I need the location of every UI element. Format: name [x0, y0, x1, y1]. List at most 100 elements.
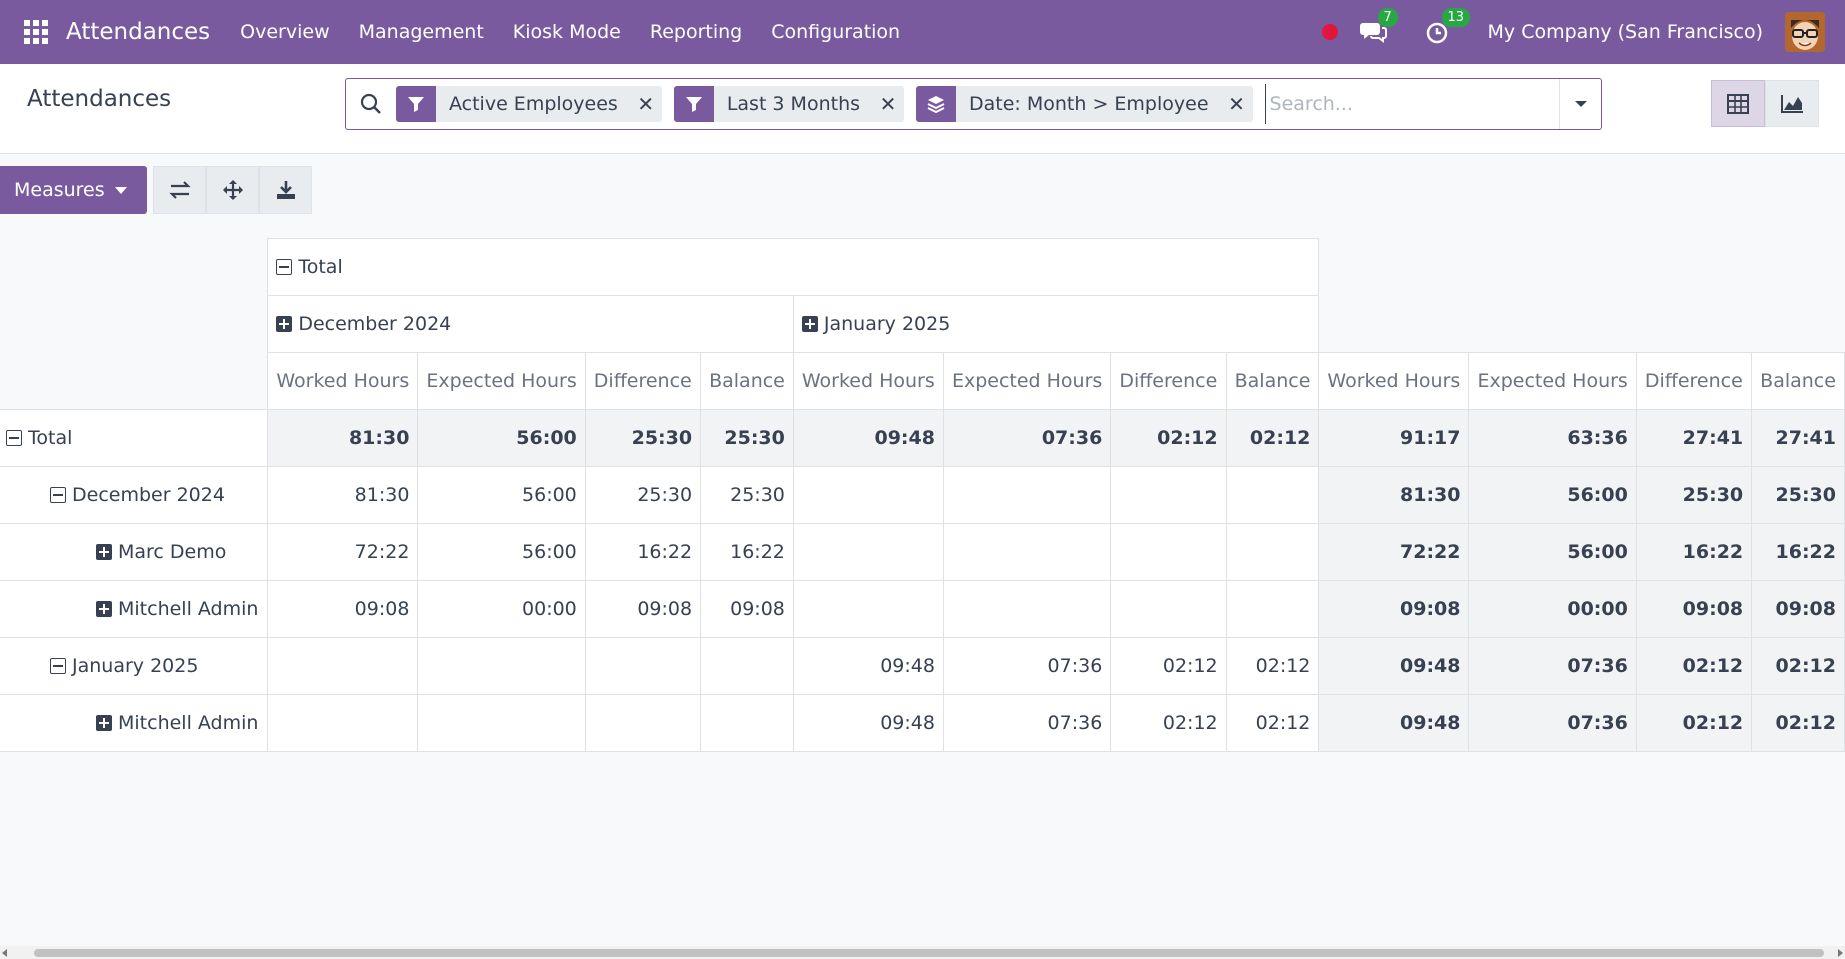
app-title[interactable]: Attendances — [66, 19, 210, 45]
pivot-cell[interactable]: 02:12 — [1635, 637, 1753, 695]
measure-header[interactable]: Difference — [584, 352, 702, 410]
pivot-cell[interactable]: 81:30 — [1318, 466, 1470, 524]
flip-axis-button[interactable] — [153, 166, 206, 214]
pivot-cell[interactable] — [1110, 580, 1227, 638]
pivot-cell[interactable] — [584, 694, 702, 752]
horizontal-scrollbar[interactable] — [0, 946, 1845, 959]
pivot-cell[interactable]: 27:41 — [1751, 409, 1845, 467]
pivot-cell[interactable] — [942, 523, 1112, 581]
pivot-cell[interactable] — [792, 580, 944, 638]
recording-indicator-icon[interactable] — [1321, 24, 1338, 40]
search-icon[interactable] — [346, 93, 396, 115]
pivot-cell[interactable]: 25:30 — [584, 466, 702, 524]
measure-header[interactable]: Difference — [1110, 352, 1227, 410]
user-avatar[interactable] — [1785, 12, 1825, 52]
pivot-cell[interactable]: 25:30 — [700, 466, 794, 524]
download-xlsx-button[interactable] — [259, 166, 312, 214]
app-menu-grid-icon[interactable] — [22, 18, 50, 46]
pivot-cell[interactable]: 02:12 — [1635, 694, 1753, 752]
pivot-cell[interactable] — [1110, 466, 1227, 524]
activities-button[interactable]: 13 — [1424, 8, 1471, 46]
col-header-total[interactable]: Total — [267, 238, 1320, 296]
company-switcher[interactable]: My Company (San Francisco) — [1488, 21, 1763, 43]
row-header[interactable]: Mitchell Admin — [0, 694, 269, 752]
scroll-right-arrow-icon[interactable] — [1838, 949, 1843, 957]
measure-header[interactable]: Expected Hours — [1468, 352, 1637, 410]
pivot-cell[interactable] — [792, 523, 944, 581]
pivot-cell[interactable] — [700, 637, 794, 695]
pivot-cell[interactable]: 16:22 — [1751, 523, 1845, 581]
pivot-cell[interactable]: 07:36 — [942, 637, 1112, 695]
pivot-cell[interactable]: 02:12 — [1110, 637, 1227, 695]
pivot-cell[interactable] — [584, 637, 702, 695]
pivot-cell[interactable]: 09:48 — [1318, 637, 1470, 695]
col-header-january-2025[interactable]: January 2025 — [792, 295, 1320, 353]
facet-remove-button[interactable]: ✕ — [630, 92, 662, 116]
pivot-cell[interactable]: 02:12 — [1110, 409, 1227, 467]
search-options-toggle[interactable] — [1559, 79, 1601, 129]
pivot-cell[interactable]: 09:08 — [700, 580, 794, 638]
pivot-cell[interactable]: 00:00 — [417, 580, 586, 638]
pivot-cell[interactable] — [1225, 580, 1320, 638]
pivot-cell[interactable]: 07:36 — [942, 694, 1112, 752]
expand-all-button[interactable] — [206, 166, 259, 214]
measure-header[interactable]: Expected Hours — [417, 352, 586, 410]
pivot-cell[interactable] — [942, 580, 1112, 638]
pivot-cell[interactable]: 09:48 — [792, 409, 944, 467]
facet-remove-button[interactable]: ✕ — [1221, 92, 1253, 116]
pivot-cell[interactable]: 25:30 — [700, 409, 794, 467]
scrollbar-thumb[interactable] — [34, 949, 1824, 957]
measure-header[interactable]: Difference — [1635, 352, 1753, 410]
row-header[interactable]: Total — [0, 409, 269, 467]
pivot-cell[interactable]: 02:12 — [1225, 694, 1320, 752]
measure-header[interactable]: Worked Hours — [1318, 352, 1470, 410]
pivot-cell[interactable]: 07:36 — [1468, 694, 1637, 752]
pivot-cell[interactable] — [1225, 466, 1320, 524]
pivot-cell[interactable]: 09:08 — [267, 580, 419, 638]
measures-dropdown-button[interactable]: Measures — [0, 166, 147, 214]
measure-header[interactable]: Worked Hours — [792, 352, 944, 410]
pivot-cell[interactable]: 02:12 — [1225, 409, 1320, 467]
pivot-cell[interactable]: 25:30 — [1751, 466, 1845, 524]
pivot-cell[interactable]: 56:00 — [417, 466, 586, 524]
pivot-cell[interactable]: 02:12 — [1751, 694, 1845, 752]
pivot-cell[interactable]: 02:12 — [1225, 637, 1320, 695]
menu-configuration[interactable]: Configuration — [771, 21, 900, 43]
measure-header[interactable]: Balance — [1751, 352, 1845, 410]
pivot-cell[interactable]: 25:30 — [584, 409, 702, 467]
row-header[interactable]: Mitchell Admin — [0, 580, 269, 638]
row-header[interactable]: December 2024 — [0, 466, 269, 524]
pivot-cell[interactable]: 56:00 — [417, 523, 586, 581]
col-header-december-2024[interactable]: December 2024 — [267, 295, 794, 353]
pivot-cell[interactable]: 09:08 — [1635, 580, 1753, 638]
pivot-cell[interactable]: 09:48 — [792, 694, 944, 752]
pivot-cell[interactable]: 16:22 — [700, 523, 794, 581]
pivot-cell[interactable]: 72:22 — [267, 523, 419, 581]
pivot-cell[interactable]: 91:17 — [1318, 409, 1470, 467]
pivot-cell[interactable]: 02:12 — [1110, 694, 1227, 752]
pivot-cell[interactable]: 63:36 — [1468, 409, 1637, 467]
pivot-cell[interactable]: 09:08 — [1318, 580, 1470, 638]
pivot-cell[interactable]: 72:22 — [1318, 523, 1470, 581]
pivot-cell[interactable]: 16:22 — [584, 523, 702, 581]
pivot-cell[interactable] — [267, 637, 419, 695]
row-header[interactable]: Marc Demo — [0, 523, 269, 581]
pivot-cell[interactable]: 27:41 — [1635, 409, 1753, 467]
pivot-cell[interactable]: 25:30 — [1635, 466, 1753, 524]
pivot-cell[interactable]: 07:36 — [942, 409, 1112, 467]
pivot-cell[interactable] — [417, 694, 586, 752]
pivot-cell[interactable] — [1110, 523, 1227, 581]
messages-button[interactable]: 7 — [1359, 8, 1398, 46]
scroll-left-arrow-icon[interactable] — [2, 949, 7, 957]
menu-overview[interactable]: Overview — [240, 21, 329, 43]
pivot-cell[interactable] — [942, 466, 1112, 524]
graph-view-button[interactable] — [1765, 80, 1819, 127]
facet-remove-button[interactable]: ✕ — [872, 92, 904, 116]
pivot-cell[interactable]: 81:30 — [267, 409, 419, 467]
search-input[interactable] — [1264, 84, 1559, 124]
menu-management[interactable]: Management — [359, 21, 484, 43]
pivot-view-button[interactable] — [1711, 80, 1765, 127]
pivot-cell[interactable]: 09:48 — [792, 637, 944, 695]
pivot-cell[interactable]: 56:00 — [417, 409, 586, 467]
row-header[interactable]: January 2025 — [0, 637, 269, 695]
